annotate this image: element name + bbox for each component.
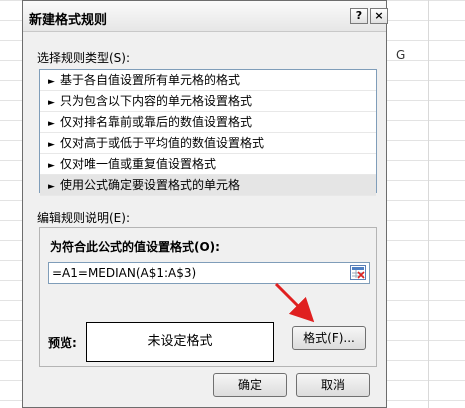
rule-type-label: 基于各自值设置所有单元格的格式 [60,73,241,87]
format-button[interactable]: 格式(F)... [292,326,366,350]
rule-type-label: 仅对唯一值或重复值设置格式 [60,157,217,171]
formula-input[interactable]: =A1=MEDIAN(A$1:A$3) [48,262,370,284]
rule-type-label: 选择规则类型(S): [37,51,131,65]
triangle-right-icon: ► [48,119,55,129]
triangle-right-icon: ► [48,77,55,87]
range-select-icon[interactable] [350,265,366,280]
cancel-button[interactable]: 取消 [296,373,370,397]
rule-type-label: 仅对高于或低于平均值的数值设置格式 [60,136,265,150]
rule-type-label: 使用公式确定要设置格式的单元格 [60,178,241,192]
triangle-right-icon: ► [48,182,55,192]
ok-button[interactable]: 确定 [213,373,287,397]
new-format-rule-dialog: 新建格式规则 ? × 选择规则类型(S): ► 基于各自值设置所有单元格的格式 ► 只… [22,0,388,408]
preview-label: 预览: [48,336,77,350]
title-bar: 新建格式规则 ? × [23,1,388,32]
rule-type-item[interactable]: ► 只为包含以下内容的单元格设置格式 [40,91,376,112]
triangle-right-icon: ► [48,140,55,150]
rule-type-label: 只为包含以下内容的单元格设置格式 [60,94,253,108]
rule-description-group: 为符合此公式的值设置格式(O): =A1=MEDIAN(A$1:A$3) 预览:… [39,227,377,367]
rule-type-label: 仅对排名靠前或靠后的数值设置格式 [60,115,253,129]
rule-type-item[interactable]: ► 基于各自值设置所有单元格的格式 [40,70,376,91]
help-button[interactable]: ? [350,8,368,24]
edit-description-label: 编辑规则说明(E): [37,211,130,225]
rule-type-item[interactable]: ► 仅对唯一值或重复值设置格式 [40,154,376,175]
formula-label: 为符合此公式的值设置格式(O): [50,240,220,254]
rule-type-list[interactable]: ► 基于各自值设置所有单元格的格式 ► 只为包含以下内容的单元格设置格式 ► 仅对排名靠前… [39,69,377,196]
rule-type-item[interactable]: ► 使用公式确定要设置格式的单元格 [40,175,376,196]
triangle-right-icon: ► [48,161,55,171]
column-header-g: G [396,48,406,62]
preview-box: 未设定格式 [86,322,274,362]
dialog-title: 新建格式规则 [29,13,108,28]
formula-text: =A1=MEDIAN(A$1:A$3) [52,266,197,280]
rule-type-item[interactable]: ► 仅对排名靠前或靠后的数值设置格式 [40,112,376,133]
close-button[interactable]: × [370,8,388,24]
rule-type-item[interactable]: ► 仅对高于或低于平均值的数值设置格式 [40,133,376,154]
triangle-right-icon: ► [48,98,55,108]
